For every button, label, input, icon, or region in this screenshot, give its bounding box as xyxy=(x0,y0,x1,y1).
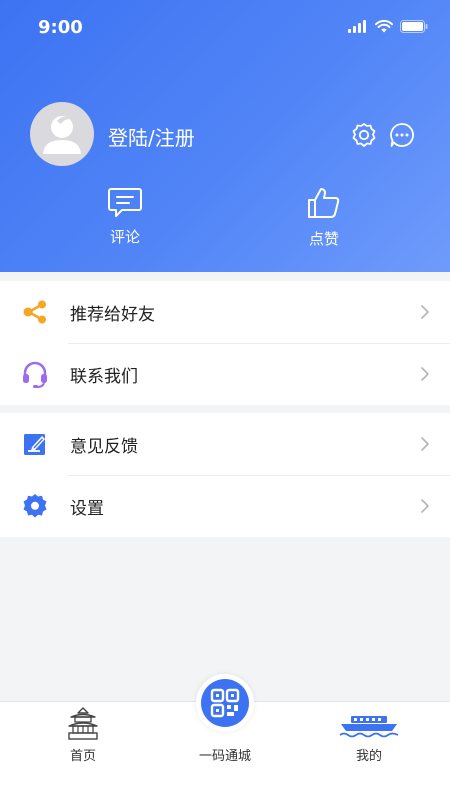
tab-scan-label: 一码通城 xyxy=(198,749,251,764)
menu-label-settings: 设置 xyxy=(70,498,104,519)
menu-label-recommend: 推荐给好友 xyxy=(70,304,155,325)
status-icons xyxy=(348,20,428,33)
wifi-icon xyxy=(375,20,393,33)
chevron-right-icon xyxy=(421,367,429,381)
chevron-right-icon xyxy=(421,437,429,451)
pagoda-icon xyxy=(68,707,98,740)
bottom-tab-bar: 首页 一码通城 我的 xyxy=(0,674,450,800)
menu-group-feedback-settings: 意见反馈 设置 xyxy=(0,413,450,537)
share-icon xyxy=(23,300,46,324)
menu-label-feedback: 意见反馈 xyxy=(70,436,138,457)
feedback-edit-icon xyxy=(24,434,45,455)
comment-button[interactable]: 评论 xyxy=(85,186,165,250)
menu-item-settings[interactable]: 设置 xyxy=(0,475,450,537)
menu-label-contact: 联系我们 xyxy=(70,366,138,387)
tab-mine[interactable]: 我的 xyxy=(331,702,407,800)
gear-icon xyxy=(23,494,47,518)
chevron-right-icon xyxy=(421,305,429,319)
tab-mine-label: 我的 xyxy=(355,749,382,764)
tab-home[interactable]: 首页 xyxy=(45,702,121,800)
profile-header: 9:00 登陆/注册 评论 点赞 xyxy=(0,0,450,272)
message-icon[interactable] xyxy=(388,121,416,149)
menu-item-recommend[interactable]: 推荐给好友 xyxy=(0,281,450,343)
headset-icon xyxy=(23,361,47,388)
like-button[interactable]: 点赞 xyxy=(284,186,364,250)
menu-item-feedback[interactable]: 意见反馈 xyxy=(0,413,450,475)
status-time: 9:00 xyxy=(38,17,83,38)
chevron-right-icon xyxy=(421,499,429,513)
menu-item-contact[interactable]: 联系我们 xyxy=(0,343,450,405)
menu-group-share-contact: 推荐给好友 联系我们 xyxy=(0,281,450,405)
settings-icon[interactable] xyxy=(350,121,378,149)
avatar[interactable] xyxy=(30,102,94,166)
status-bar: 9:00 xyxy=(0,0,450,56)
qr-code-icon xyxy=(210,688,240,718)
default-avatar-icon xyxy=(43,116,81,154)
comment-label: 评论 xyxy=(109,228,140,246)
like-label: 点赞 xyxy=(308,230,339,248)
signal-icon xyxy=(348,20,366,33)
comment-icon xyxy=(108,188,142,217)
scan-button[interactable] xyxy=(196,674,254,732)
boat-icon xyxy=(339,716,399,738)
thumbs-up-icon xyxy=(308,188,340,218)
tab-scan[interactable]: 一码通城 xyxy=(180,674,270,800)
scan-button-inner xyxy=(201,679,249,727)
tab-home-label: 首页 xyxy=(69,749,96,764)
login-register-link[interactable]: 登陆/注册 xyxy=(108,122,195,151)
battery-icon xyxy=(400,20,428,33)
